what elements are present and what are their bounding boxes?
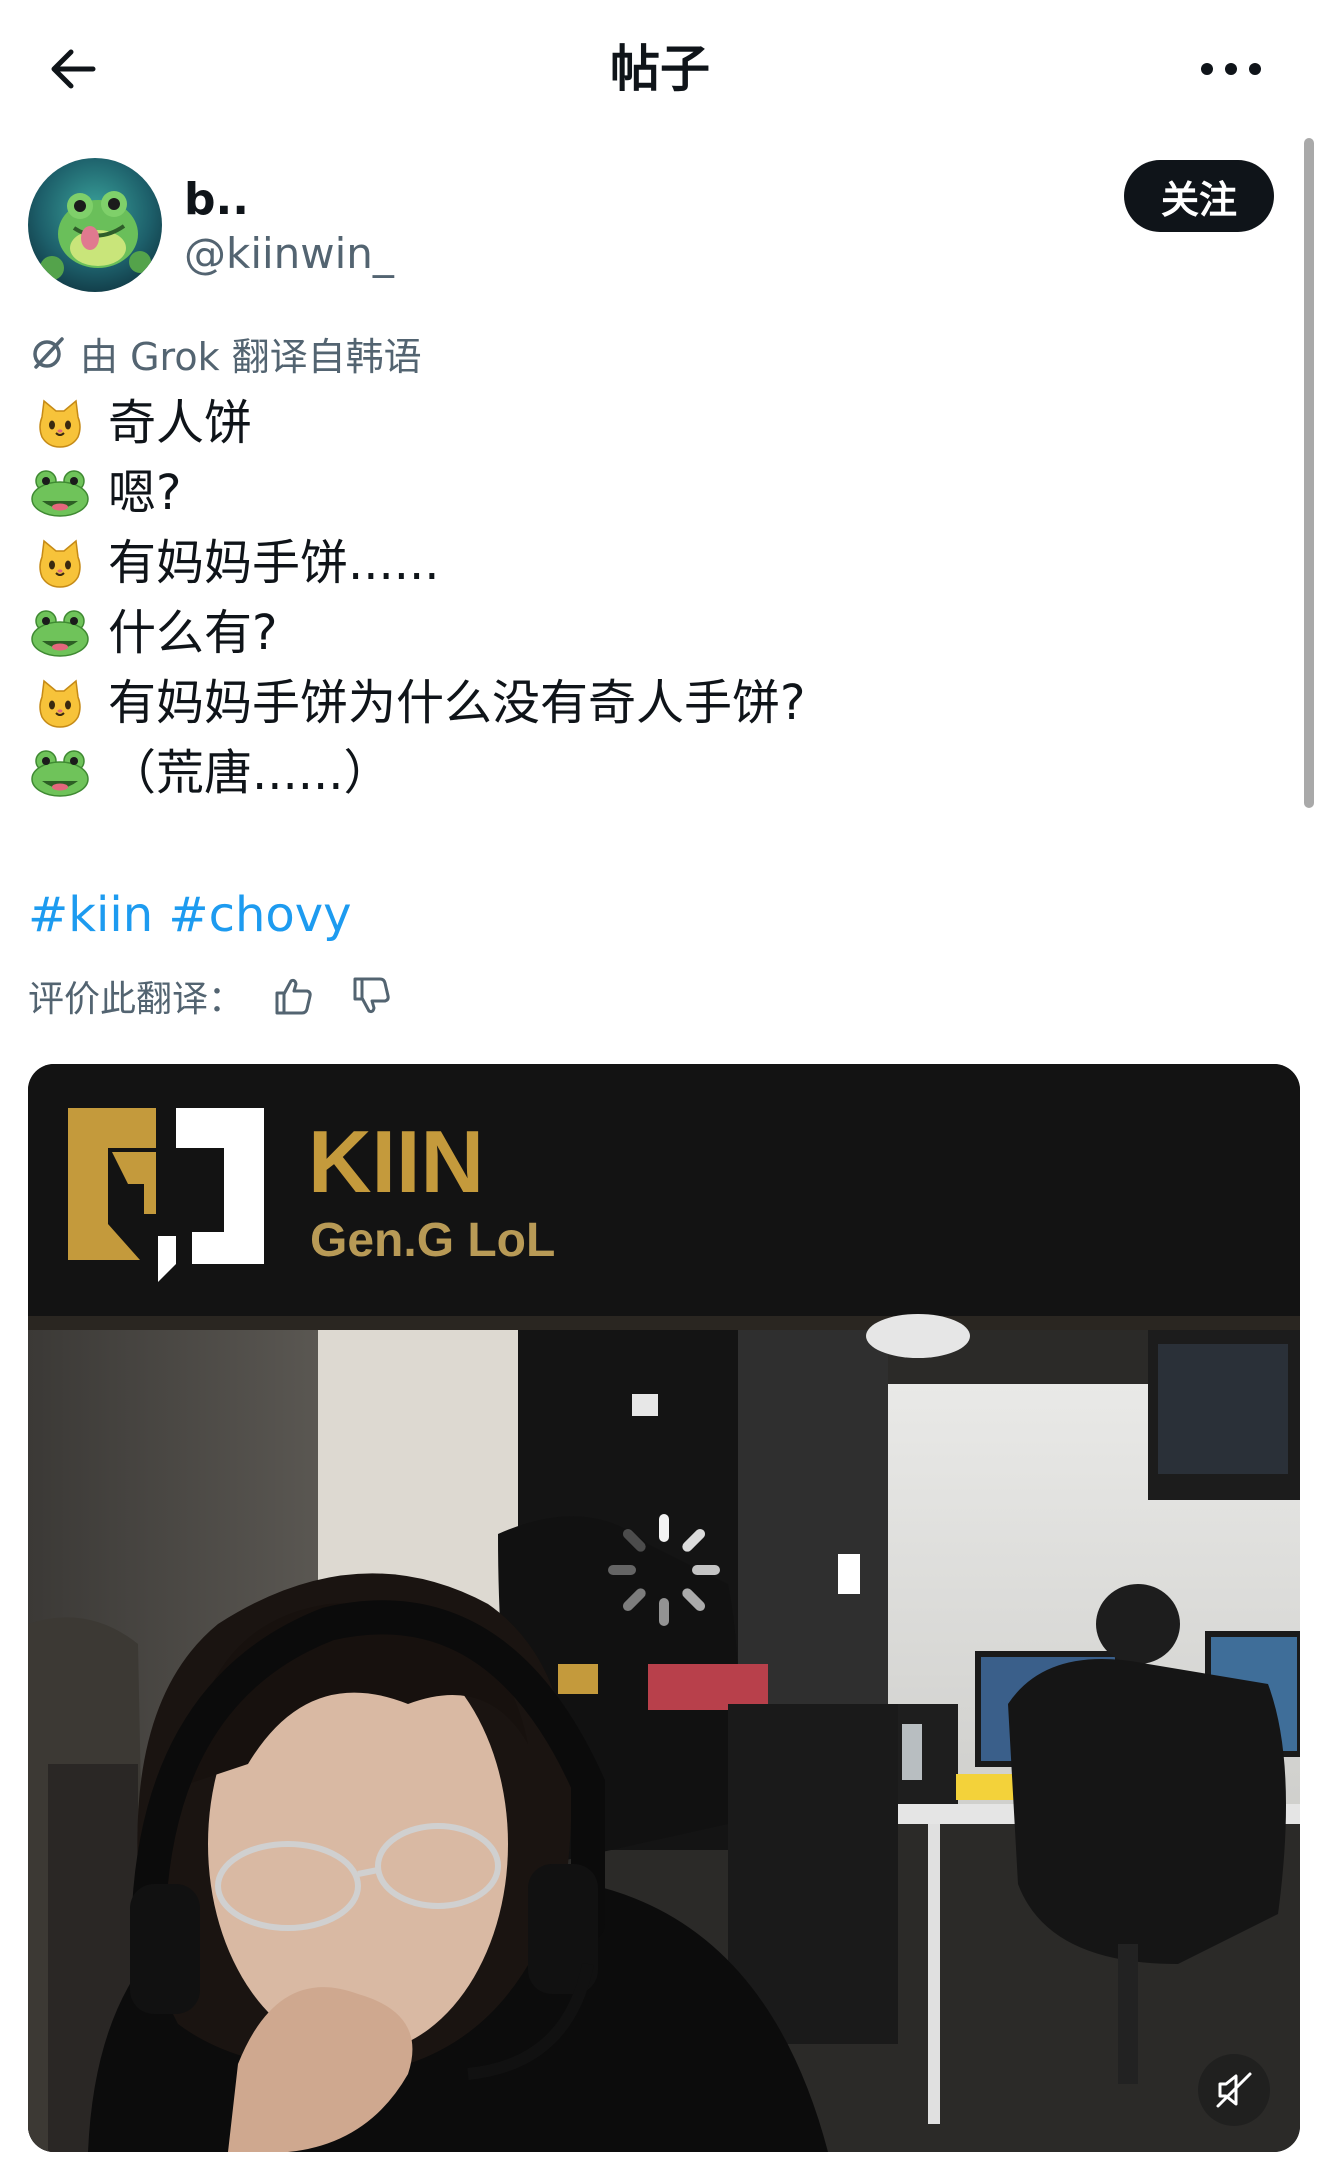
more-horizontal-icon (1201, 63, 1261, 75)
post-line-text: 有妈妈手饼...... (108, 535, 440, 591)
muted-speaker-icon (1216, 2072, 1252, 2108)
user-display-name[interactable]: b.. (184, 172, 249, 228)
page-title: 帖子 (610, 40, 710, 98)
post-text: 奇人饼 嗯? 有妈妈手饼...... 什么有? 有妈妈手饼为什么没有奇人手饼? … (28, 388, 1228, 808)
banner-title: KIIN (308, 1112, 484, 1211)
top-bar: 帖子 (0, 0, 1320, 132)
cat-face-icon (28, 674, 92, 732)
grok-icon (28, 333, 68, 373)
thumbs-up-icon (275, 978, 312, 1015)
hashtag-link[interactable]: #chovy (168, 887, 351, 943)
post-line: （荒唐......） (28, 738, 1228, 808)
post-line-text: 有妈妈手饼为什么没有奇人手饼? (108, 675, 806, 731)
cat-face-icon (28, 534, 92, 592)
hashtag-link[interactable]: #kiin (28, 887, 153, 943)
post-line: 奇人饼 (28, 388, 1228, 458)
banner-subtitle: Gen.G LoL (310, 1214, 555, 1267)
translation-note: 由 Grok 翻译自韩语 (28, 328, 422, 379)
post-line: 什么有? (28, 598, 1228, 668)
scrollbar[interactable] (1304, 138, 1314, 808)
thumbs-up-button[interactable] (266, 968, 322, 1024)
thumbs-down-button[interactable] (344, 968, 400, 1024)
post-line: 嗯? (28, 458, 1228, 528)
cat-face-icon (28, 394, 92, 452)
video-player[interactable]: KIIN Gen.G LoL (28, 1064, 1300, 2152)
hashtags: #kiin #chovy (28, 882, 352, 948)
more-options-button[interactable] (1186, 36, 1276, 102)
avatar[interactable] (28, 158, 162, 292)
post-line-text: （荒唐......） (108, 745, 392, 801)
frog-face-icon (28, 464, 92, 522)
post-line: 有妈妈手饼为什么没有奇人手饼? (28, 668, 1228, 738)
post-line: 有妈妈手饼...... (28, 528, 1228, 598)
thumbs-down-icon (353, 977, 390, 1014)
rate-translation-label: 评价此翻译： (28, 979, 245, 1020)
post-line-text: 奇人饼 (108, 395, 253, 451)
frog-face-icon (28, 744, 92, 802)
mute-button[interactable] (1198, 2054, 1270, 2126)
frog-face-icon (28, 604, 92, 662)
follow-button[interactable]: 关注 (1124, 160, 1274, 232)
rate-translation: 评价此翻译： (28, 966, 400, 1026)
post-line-text: 什么有? (108, 605, 278, 661)
post-line-text: 嗯? (108, 465, 182, 521)
user-handle[interactable]: @kiinwin_ (184, 228, 394, 280)
translation-note-text: 由 Grok 翻译自韩语 (80, 334, 422, 379)
